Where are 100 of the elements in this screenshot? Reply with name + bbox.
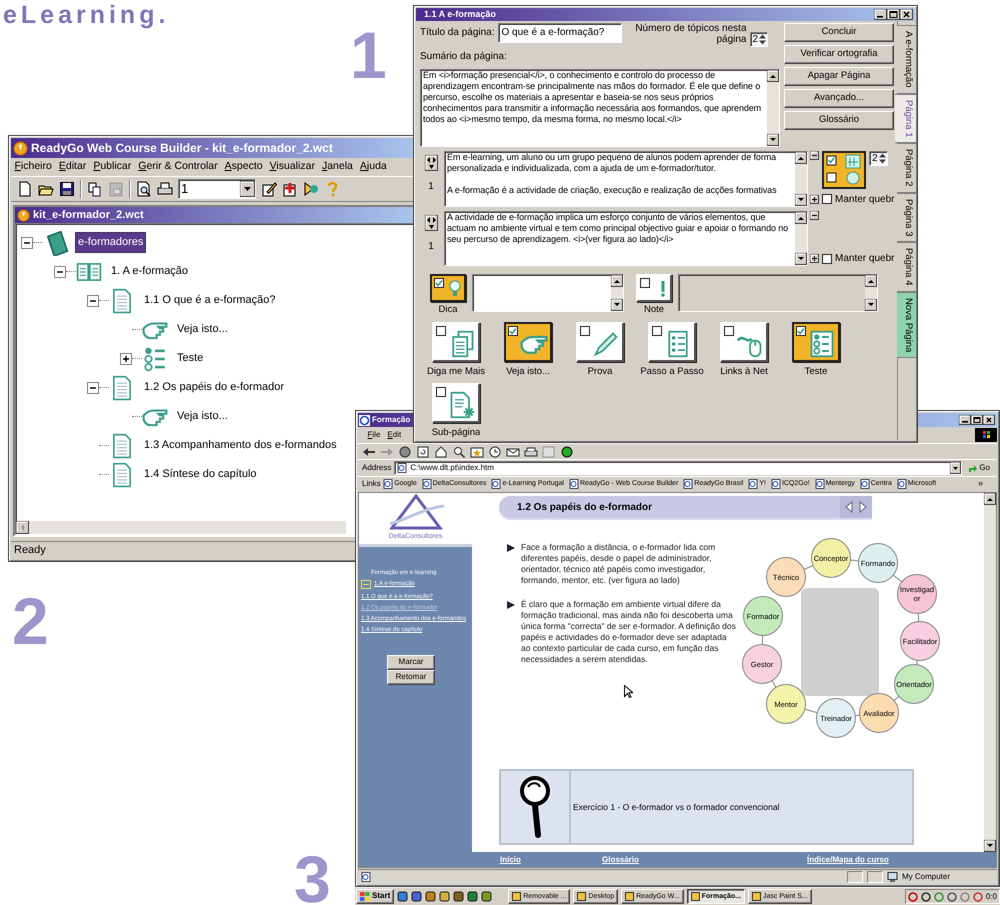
start-button[interactable]: Start bbox=[356, 889, 394, 904]
scroll-up-arrow-icon[interactable] bbox=[767, 70, 779, 82]
spin-arrows-icon[interactable] bbox=[878, 152, 887, 165]
checkbox[interactable] bbox=[508, 326, 518, 336]
action-button[interactable]: Avançado... bbox=[784, 89, 894, 108]
menu-item[interactable]: File bbox=[364, 429, 384, 441]
move-arrows-icon[interactable] bbox=[424, 214, 438, 231]
close-icon[interactable] bbox=[983, 415, 995, 425]
search-icon[interactable] bbox=[452, 446, 466, 458]
note-text-field[interactable] bbox=[678, 274, 878, 312]
topic-text-field[interactable]: Em e-learning, um aluno ou um grupo pequeno de alunos podem aprender de forma personalizada e individualizada, com a ajuda de um e-formador/tutor. A e-formação é a actividade de criação, execução e realização de acções formativas bbox=[444, 151, 808, 207]
previous-arrow-icon[interactable] bbox=[845, 501, 853, 513]
action-button[interactable]: Concluir bbox=[784, 23, 894, 42]
vertical-scrollbar[interactable] bbox=[984, 493, 996, 852]
page-tab[interactable]: A e-formação bbox=[897, 25, 917, 94]
picture-count-spinner[interactable]: 2 bbox=[869, 151, 888, 166]
collapse-toggle[interactable] bbox=[21, 236, 33, 248]
checkbox[interactable] bbox=[436, 326, 446, 336]
menu-item[interactable]: Editar bbox=[55, 159, 90, 175]
add-page-icon[interactable] bbox=[282, 181, 298, 197]
checkbox[interactable] bbox=[822, 194, 832, 204]
app-shortcut-icon[interactable] bbox=[411, 891, 422, 902]
menu-item[interactable]: Gerir & Controlar bbox=[134, 159, 222, 175]
checkbox[interactable] bbox=[580, 326, 590, 336]
back-arrow-icon[interactable] bbox=[362, 446, 376, 458]
minus-button[interactable] bbox=[810, 151, 819, 160]
footer-link[interactable]: Índice/Mapa do curso bbox=[807, 854, 889, 864]
vertical-scrollbar[interactable] bbox=[795, 212, 807, 266]
scroll-up-arrow-icon[interactable] bbox=[984, 493, 996, 505]
publish-icon[interactable] bbox=[303, 181, 319, 197]
footer-link[interactable]: Glossário bbox=[602, 854, 639, 864]
app-shortcut-icon[interactable] bbox=[397, 891, 408, 902]
tree-item[interactable]: 1. A e-formação bbox=[108, 261, 192, 282]
action-button[interactable]: Glossário bbox=[784, 111, 894, 130]
tray-icon[interactable] bbox=[908, 892, 918, 902]
favorites-icon[interactable] bbox=[470, 446, 484, 458]
print-preview-icon[interactable] bbox=[136, 181, 152, 197]
menu-item[interactable]: Aspecto bbox=[221, 159, 266, 175]
print-icon[interactable] bbox=[524, 446, 538, 458]
menu-item[interactable]: Ajuda bbox=[356, 159, 390, 175]
home-icon[interactable] bbox=[434, 446, 448, 458]
stop-icon[interactable] bbox=[398, 446, 412, 458]
summary-field[interactable]: Em <i>formação presencial</i>, o conhecimento e controlo do processo de aprendizagem encontram-se principalmente nas mãos do formador. É ele que define o percurso, escolhe os materiais a apresentar e baseia-se nos seus próprios conhecimentos para transmitir a informação necessária aos formandos, que aprendem todos ao <i>mesmo tempo, da mesma forma, no mesmo local.</i> bbox=[420, 69, 780, 147]
vertical-scrollbar[interactable] bbox=[767, 70, 779, 146]
close-icon[interactable] bbox=[900, 9, 913, 20]
page-tab[interactable]: Nova Página bbox=[897, 292, 917, 358]
checkbox[interactable] bbox=[724, 326, 734, 336]
menu-item[interactable]: Janela bbox=[318, 159, 356, 175]
history-icon[interactable] bbox=[488, 446, 502, 458]
tree-item[interactable]: Teste bbox=[174, 348, 206, 369]
action-button[interactable]: Verificar ortografia bbox=[784, 45, 894, 64]
scroll-down-arrow-icon[interactable] bbox=[795, 194, 807, 206]
menu-item[interactable]: Ficheiro bbox=[11, 159, 56, 175]
topic-text-field[interactable]: A actividade de e-formação implica um esforço conjunto de vários elementos, que actuam no ambiente virtual e tem como principal objectivo guiar e apoiar o formando no seu percurso de aprendizagem. <i>(ver figura ao lado)</i> bbox=[444, 210, 808, 266]
maximize-icon[interactable] bbox=[971, 415, 983, 425]
new-document-icon[interactable] bbox=[17, 181, 33, 197]
tree-item[interactable]: Veja isto... bbox=[174, 406, 231, 427]
collapse-toggle[interactable] bbox=[87, 294, 99, 306]
layout-picker-drawing[interactable] bbox=[822, 151, 866, 189]
vertical-scrollbar[interactable] bbox=[865, 275, 877, 312]
tree-item[interactable]: 1.4 Síntese do capítulo bbox=[141, 464, 260, 485]
scroll-up-arrow-icon[interactable] bbox=[795, 152, 807, 164]
tree-item[interactable]: e-formadores bbox=[75, 232, 146, 253]
edit-pencil-icon[interactable] bbox=[261, 181, 277, 197]
checkbox[interactable] bbox=[436, 386, 446, 397]
plus-button[interactable] bbox=[810, 254, 819, 264]
minus-button[interactable] bbox=[810, 210, 819, 220]
tree-item[interactable]: Veja isto... bbox=[174, 319, 231, 340]
checkbox[interactable] bbox=[822, 254, 832, 264]
checkbox[interactable] bbox=[434, 278, 444, 288]
note-tile[interactable] bbox=[430, 274, 466, 302]
move-arrows-icon[interactable] bbox=[424, 155, 438, 171]
print-icon[interactable] bbox=[157, 181, 173, 197]
page-dropdown[interactable]: 1 bbox=[178, 179, 256, 199]
app-shortcut-icon[interactable] bbox=[467, 891, 478, 902]
collapse-toggle[interactable] bbox=[87, 382, 99, 394]
scroll-up-arrow-icon[interactable] bbox=[795, 212, 807, 224]
minimize-icon[interactable] bbox=[959, 415, 971, 425]
scroll-left-arrow-icon[interactable] bbox=[16, 521, 29, 534]
page-tab[interactable]: Página 4 bbox=[897, 242, 917, 292]
next-arrow-icon[interactable] bbox=[859, 501, 867, 513]
more-links[interactable]: » bbox=[978, 477, 997, 491]
scroll-down-arrow-icon[interactable] bbox=[984, 840, 996, 852]
go-button[interactable]: Go bbox=[965, 462, 993, 474]
scroll-down-arrow-icon[interactable] bbox=[767, 134, 779, 146]
scroll-up-arrow-icon[interactable] bbox=[611, 275, 623, 288]
plus-button[interactable] bbox=[810, 194, 819, 204]
app-shortcut-icon[interactable] bbox=[481, 891, 492, 902]
menu-item[interactable]: Visualizar bbox=[266, 159, 318, 175]
checkbox[interactable] bbox=[640, 278, 650, 288]
minimize-icon[interactable] bbox=[874, 9, 887, 20]
page-title-field[interactable]: O que é a e-formação? bbox=[498, 23, 622, 43]
app-shortcut-icon[interactable] bbox=[425, 891, 436, 902]
scroll-down-arrow-icon[interactable] bbox=[611, 299, 623, 312]
copy-icon[interactable] bbox=[87, 181, 103, 197]
maximize-icon[interactable] bbox=[887, 9, 900, 20]
topic-count-spinner[interactable]: 2 bbox=[750, 32, 768, 47]
page-button[interactable]: Marcar bbox=[387, 655, 435, 670]
tray-icon[interactable] bbox=[946, 892, 957, 902]
tree-item[interactable]: 1.1 O que é a e-formação? bbox=[141, 290, 278, 311]
